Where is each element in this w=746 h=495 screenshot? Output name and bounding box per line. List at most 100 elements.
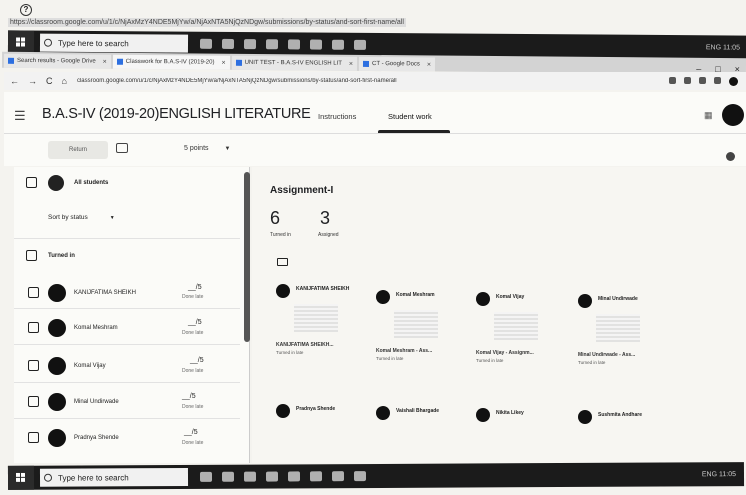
- student-checkbox[interactable]: [28, 360, 39, 371]
- avatar: [48, 393, 66, 411]
- turned-in-checkbox[interactable]: [26, 250, 37, 261]
- student-list-scrollbar[interactable]: [244, 172, 250, 342]
- edge-icon[interactable]: [221, 471, 235, 482]
- student-name: Pradnya Shende: [74, 435, 119, 441]
- student-checkbox[interactable]: [28, 396, 39, 407]
- grade-input[interactable]: __/5: [182, 393, 196, 400]
- mail-app-icon[interactable]: [287, 39, 301, 50]
- address-bar-input[interactable]: classroom.google.com/u/1/c/NjAxMzY4NDE5M…: [77, 78, 637, 84]
- browser-tab-unit-test[interactable]: UNIT TEST - B.A.S-IV ENGLISH LIT ×: [231, 55, 358, 71]
- chrome-icon[interactable]: [331, 471, 345, 482]
- submission-card[interactable]: Komal Meshram Komal Meshram - Ass... Tur…: [376, 290, 472, 378]
- store-icon[interactable]: [265, 471, 279, 482]
- card-student-name: Minal Undirwade: [598, 296, 638, 302]
- forward-arrow-icon[interactable]: →: [28, 76, 37, 86]
- menu-icon[interactable]: ☰: [14, 108, 26, 124]
- taskbar-search-box[interactable]: Type here to search: [39, 467, 189, 487]
- divider: [14, 238, 240, 239]
- settings-gear-icon[interactable]: [726, 152, 735, 161]
- close-tab-icon[interactable]: ×: [349, 60, 353, 67]
- card-file-name: KANIJFATIMA SHEIKH...: [276, 342, 334, 348]
- tab-instructions[interactable]: Instructions: [318, 112, 356, 121]
- close-tab-icon[interactable]: ×: [103, 58, 107, 65]
- sort-by-select[interactable]: Sort by status ▼: [48, 214, 115, 221]
- chrome-icon[interactable]: [331, 39, 345, 50]
- extension-icon[interactable]: [699, 76, 706, 84]
- taskbar-search-box[interactable]: Type here to search: [39, 33, 189, 53]
- tab-student-work[interactable]: Student work: [388, 112, 432, 121]
- avatar: [578, 410, 592, 424]
- select-all-checkbox[interactable]: [26, 177, 37, 188]
- browser-tab-label: UNIT TEST - B.A.S-IV ENGLISH LIT: [244, 59, 342, 67]
- avatar: [276, 404, 290, 418]
- google-apps-icon[interactable]: ▦: [704, 110, 713, 121]
- grade-input[interactable]: __/5: [188, 319, 202, 326]
- submission-card[interactable]: Minal Undirwade Minal Undirwade - Ass...…: [578, 294, 674, 382]
- active-tab-indicator: [378, 130, 450, 133]
- card-status: Turned in late: [376, 356, 404, 361]
- student-checkbox[interactable]: [28, 322, 39, 333]
- reload-icon[interactable]: C: [46, 76, 53, 86]
- sort-by-label: Sort by status: [48, 214, 88, 221]
- divider: [14, 382, 240, 383]
- email-icon[interactable]: [116, 143, 128, 153]
- edge-icon[interactable]: [221, 38, 235, 49]
- profile-avatar[interactable]: [729, 76, 738, 86]
- pen-app-icon[interactable]: [309, 471, 323, 482]
- avatar: [48, 284, 66, 302]
- file-thumbnail: [394, 310, 438, 338]
- mail-app-icon[interactable]: [287, 471, 301, 482]
- student-checkbox[interactable]: [28, 432, 39, 443]
- home-icon[interactable]: ⌂: [62, 76, 67, 86]
- submission-card[interactable]: Sushmita Andhare: [578, 410, 674, 450]
- windows-logo-icon: [15, 472, 26, 482]
- close-tab-icon[interactable]: ×: [427, 61, 431, 68]
- extension-icon[interactable]: [669, 76, 676, 84]
- browser-tab-drive[interactable]: Search results - Google Drive ×: [3, 53, 111, 69]
- student-checkbox[interactable]: [28, 287, 39, 298]
- account-avatar[interactable]: [722, 104, 744, 126]
- status-text: Done late: [182, 368, 204, 374]
- file-explorer-icon[interactable]: [243, 39, 257, 50]
- submission-card[interactable]: KANIJFATIMA SHEIKH KANIJFATIMA SHEIKH...…: [276, 284, 372, 372]
- submission-card[interactable]: Vaishali Bhargade: [376, 406, 472, 446]
- back-arrow-icon[interactable]: ←: [10, 76, 19, 86]
- assignment-title: Assignment-I: [270, 185, 334, 196]
- submission-card[interactable]: Nikita Likey: [476, 408, 572, 448]
- grade-input[interactable]: __/5: [184, 429, 198, 436]
- browser-tab-ct[interactable]: CT - Google Docs ×: [358, 56, 436, 72]
- close-tab-icon[interactable]: ×: [221, 59, 225, 66]
- folder-icon[interactable]: [277, 258, 288, 266]
- pen-app-icon[interactable]: [309, 39, 323, 50]
- task-view-icon[interactable]: [199, 471, 213, 482]
- classroom-favicon-icon: [116, 58, 123, 65]
- file-explorer-icon[interactable]: [243, 471, 257, 482]
- turned-in-count-label: Turned in: [270, 232, 291, 238]
- grade-input[interactable]: __/5: [188, 284, 202, 291]
- student-name: Komal Meshram: [74, 325, 118, 331]
- card-status: Turned in late: [578, 360, 606, 365]
- docs-favicon-icon: [363, 60, 370, 67]
- avatar: [476, 408, 490, 422]
- all-students-label[interactable]: All students: [74, 180, 108, 186]
- extensions-area: [669, 76, 746, 86]
- points-select[interactable]: 5 points ▼: [184, 145, 230, 152]
- submission-card[interactable]: Komal Vijay Komal Vijay - Assignm... Tur…: [476, 292, 572, 380]
- browser-tab-classwork[interactable]: Classwork for B.A.S-IV (2019-20) ×: [112, 54, 230, 70]
- avatar: [578, 294, 592, 308]
- submission-card[interactable]: Pradnya Shende: [276, 404, 372, 444]
- grade-input[interactable]: __/5: [190, 357, 204, 364]
- extension-icon[interactable]: [714, 76, 721, 84]
- forms-favicon-icon: [235, 59, 242, 66]
- store-icon[interactable]: [265, 39, 279, 50]
- search-icon: [43, 38, 53, 47]
- bookmark-star-icon[interactable]: [684, 76, 691, 84]
- assigned-count-label: Assigned: [318, 232, 339, 238]
- settings-app-icon[interactable]: [353, 39, 367, 50]
- windows-start-button[interactable]: [7, 465, 35, 490]
- return-button[interactable]: Return: [48, 141, 108, 159]
- settings-app-icon[interactable]: [353, 471, 367, 482]
- task-view-icon[interactable]: [199, 38, 213, 49]
- class-title[interactable]: B.A.S-IV (2019-20)ENGLISH LITERATURE: [42, 106, 311, 122]
- status-text: Done late: [182, 330, 204, 336]
